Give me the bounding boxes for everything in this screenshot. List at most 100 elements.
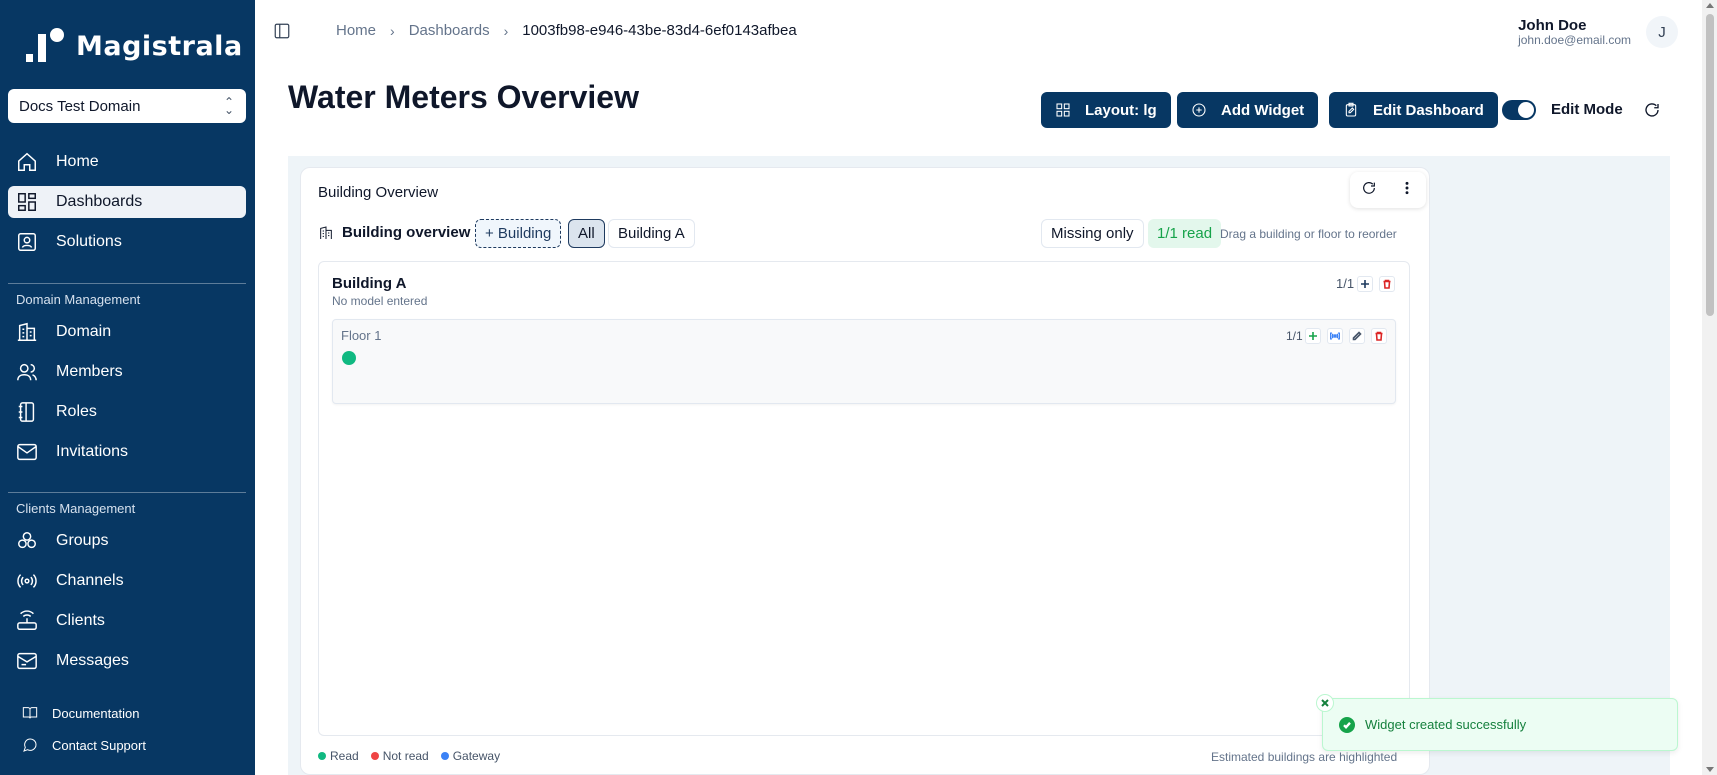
building-count: 1/1 <box>1336 276 1355 291</box>
sidebar-item-label: Home <box>56 153 99 170</box>
sidebar-item-home[interactable]: Home <box>8 146 246 178</box>
filter-building-chip[interactable]: Building A <box>608 219 695 248</box>
not-read-dot-icon <box>370 752 379 760</box>
drag-hint: Drag a building or floor to reorder <box>1220 227 1397 241</box>
estimated-note: Estimated buildings are highlighted <box>1211 750 1398 764</box>
page-scrollbar[interactable] <box>1702 0 1717 775</box>
floor-count: 1/1 <box>1286 329 1303 343</box>
sidebar-item-domain[interactable]: Domain <box>8 316 246 348</box>
app-name: Magistrala <box>76 30 243 62</box>
widget-refresh-button[interactable] <box>1361 180 1377 201</box>
roles-icon <box>16 401 38 423</box>
router-icon <box>16 610 38 632</box>
sidebar-item-label: Solutions <box>56 233 122 250</box>
missing-only-toggle[interactable]: Missing only <box>1041 219 1144 248</box>
plus-circle-icon <box>1192 103 1206 117</box>
sidebar-item-members[interactable]: Members <box>8 356 246 388</box>
chat-icon <box>23 738 37 752</box>
sidebar-item-groups[interactable]: Groups <box>8 525 246 557</box>
user-info[interactable]: John Doe john.doe@email.com <box>1518 17 1631 47</box>
sidebar-item-clients[interactable]: Clients <box>8 605 246 637</box>
legend-label: Not read <box>382 749 429 763</box>
delete-building-button[interactable] <box>1379 276 1395 292</box>
users-icon <box>16 361 38 383</box>
breadcrumb-current: 1003fb98-e946-43be-83d4-6ef0143afbea <box>522 22 797 39</box>
breadcrumb-home[interactable]: Home <box>336 22 376 39</box>
legend-label: Read <box>330 749 359 763</box>
sidebar-item-channels[interactable]: Channels <box>8 565 246 597</box>
floor-card[interactable] <box>332 319 1396 404</box>
add-floor-button[interactable] <box>1357 276 1373 292</box>
toggle-sidebar-button[interactable] <box>273 22 291 40</box>
scroll-down-arrow-icon[interactable] <box>1706 767 1714 772</box>
sidebar-item-label: Groups <box>56 532 109 549</box>
meter-status-dot[interactable] <box>342 351 356 365</box>
sidebar-item-roles[interactable]: Roles <box>8 396 246 428</box>
sidebar-divider <box>8 492 246 493</box>
logo-mark-icon <box>26 28 64 64</box>
add-widget-button[interactable]: Add Widget <box>1177 92 1319 128</box>
sidebar-item-label: Documentation <box>52 705 140 721</box>
sidebar-item-solutions[interactable]: Solutions <box>8 226 246 258</box>
sidebar-item-label: Invitations <box>56 443 129 460</box>
edit-mode-toggle[interactable] <box>1502 100 1536 120</box>
sidebar-item-contact-support[interactable]: Contact Support <box>22 734 146 756</box>
refresh-dashboard-button[interactable] <box>1643 101 1661 119</box>
groups-icon <box>16 530 38 552</box>
legend-gateway: Gateway <box>440 749 501 763</box>
sidebar-item-label: Roles <box>56 403 97 420</box>
building-model: No model entered <box>332 294 428 308</box>
domain-select[interactable]: Docs Test Domain ⌃ ⌄ <box>8 89 246 123</box>
layout-button[interactable]: Layout: lg <box>1041 92 1171 128</box>
user-email: john.doe@email.com <box>1518 33 1631 47</box>
filter-all-chip[interactable]: All <box>568 219 605 248</box>
toast-close-button[interactable] <box>1316 694 1334 712</box>
app-logo[interactable]: Magistrala <box>26 28 243 64</box>
add-gateway-button[interactable] <box>1327 328 1343 344</box>
add-building-button[interactable]: + Building <box>475 219 562 248</box>
avatar[interactable]: J <box>1646 16 1678 48</box>
domain-management-heading: Domain Management <box>16 292 141 307</box>
widget-menu-button[interactable] <box>1399 180 1415 201</box>
building-icon <box>320 225 332 239</box>
book-icon <box>22 707 38 719</box>
layout-grid-icon <box>1056 103 1070 117</box>
add-widget-label: Add Widget <box>1221 101 1305 119</box>
sidebar-item-messages[interactable]: Messages <box>8 645 246 677</box>
gateway-dot-icon <box>440 752 449 760</box>
pencil-icon <box>1352 331 1362 341</box>
edit-floor-button[interactable] <box>1349 328 1365 344</box>
clients-management-heading: Clients Management <box>16 501 136 516</box>
sidebar-toggle-icon <box>274 23 290 39</box>
scroll-up-arrow-icon[interactable] <box>1706 3 1714 8</box>
scrollbar-thumb[interactable] <box>1706 14 1714 316</box>
delete-floor-button[interactable] <box>1371 328 1387 344</box>
widget-toolbar <box>1350 172 1426 208</box>
chevron-up-down-icon: ⌃ ⌄ <box>223 95 234 117</box>
building-overview-label: Building overview <box>342 224 471 241</box>
check-circle-icon <box>1339 716 1355 733</box>
sidebar-item-label: Members <box>56 363 123 380</box>
refresh-icon <box>1645 103 1659 117</box>
add-meter-button[interactable] <box>1305 328 1321 344</box>
trash-icon <box>1375 331 1383 341</box>
success-toast: Widget created successfully <box>1322 698 1678 751</box>
dashboard-icon <box>16 191 38 213</box>
edit-dashboard-button[interactable]: Edit Dashboard <box>1329 92 1498 128</box>
breadcrumb-dashboards[interactable]: Dashboards <box>409 22 490 39</box>
building-overview-heading: Building overview <box>318 224 470 241</box>
read-dot-icon <box>318 752 326 760</box>
sidebar-item-invitations[interactable]: Invitations <box>8 436 246 468</box>
legend-label: Gateway <box>452 749 501 763</box>
page-title: Water Meters Overview <box>288 79 639 115</box>
sidebar-item-dashboards[interactable]: Dashboards <box>8 186 246 218</box>
legend-read: Read <box>318 749 359 763</box>
sidebar: Magistrala Docs Test Domain ⌃ ⌄ Home Dash… <box>0 0 255 775</box>
toast-message: Widget created successfully <box>1365 717 1527 732</box>
floor-name: Floor 1 <box>341 328 382 343</box>
sidebar-item-documentation[interactable]: Documentation <box>22 702 139 724</box>
building-name: Building A <box>332 275 407 292</box>
layout-button-label: Layout: lg <box>1085 101 1157 119</box>
chevron-right-icon: › <box>390 22 395 39</box>
edit-mode-label: Edit Mode <box>1551 101 1623 118</box>
